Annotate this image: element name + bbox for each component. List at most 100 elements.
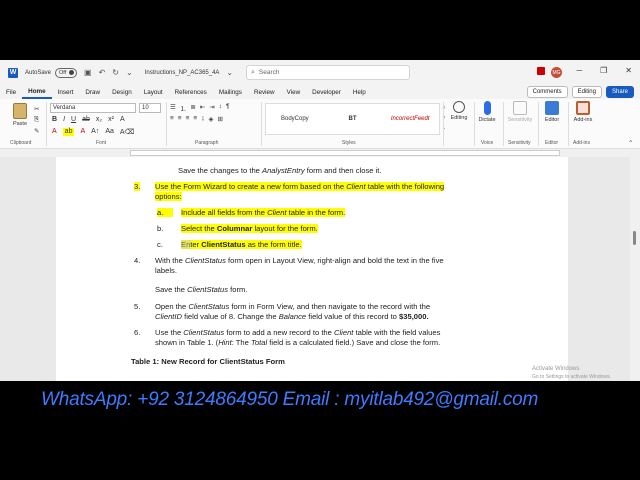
editor-button[interactable]: Editor [537,101,567,123]
customize-qat-icon[interactable]: ⌄ [126,68,133,77]
align-center-icon[interactable]: ≡ [178,115,182,123]
borders-icon[interactable]: ⊞ [217,115,222,123]
scrollbar-thumb[interactable] [633,231,636,245]
tab-help[interactable]: Help [347,85,372,99]
doc-text: form and then close it. [304,166,382,175]
addins-button[interactable]: Add-ins [568,101,598,123]
font-color-icon[interactable]: A [80,128,85,136]
cut-icon[interactable]: ✂ [34,105,39,113]
style-bodycopy[interactable]: BodyCopy [266,116,324,122]
tab-file[interactable]: File [0,85,22,99]
bold-icon[interactable]: B [52,116,57,123]
decrease-indent-icon[interactable]: ⇤ [200,103,205,113]
align-left-icon[interactable]: ≡ [170,115,174,123]
share-button[interactable]: Share [605,86,634,98]
doc-line: Enter ClientStatus as the form title. [181,240,302,249]
editor-label: Editor [544,117,560,123]
doc-text: as the form title. [245,240,302,249]
tab-mailings[interactable]: Mailings [213,85,248,99]
shading-icon[interactable]: ◈ [208,115,213,123]
document-title[interactable]: Instructions_NP_AC365_4A [145,70,220,76]
bullets-icon[interactable]: ☰ [170,103,176,113]
vertical-scrollbar[interactable] [630,157,640,381]
sort-icon[interactable]: ↕ [219,103,222,113]
close-icon[interactable]: ✕ [625,66,632,75]
paste-button[interactable]: Paste [9,103,31,127]
tab-review[interactable]: Review [248,85,281,99]
comments-button[interactable]: Comments [526,86,568,98]
doc-line: ClientID field value of 8. Change the Ba… [155,312,429,321]
editing-button[interactable]: Editing [444,101,474,121]
text-effects-color-icon[interactable]: A [52,128,57,136]
align-right-icon[interactable]: ≡ [186,115,190,123]
tab-view[interactable]: View [281,85,307,99]
doc-text: Client [267,208,287,217]
doc-text: Columnar [216,224,253,233]
collapse-ribbon-icon[interactable]: ⌃ [628,139,633,147]
tab-developer[interactable]: Developer [306,85,347,99]
save-icon[interactable]: ▣ [84,68,92,77]
doc-text: AnalystEntry [262,166,305,175]
horizontal-ruler [0,149,640,157]
doc-text: Select the [181,224,217,233]
warning-icon[interactable] [537,67,545,75]
style-bt[interactable]: BT [324,116,382,122]
superscript-icon[interactable]: x² [108,116,114,123]
ruler-scale [130,150,560,156]
search-icon: ⌕ [251,68,255,76]
sensitivity-button[interactable]: Sensitivity [505,101,535,123]
doc-text: : The [231,338,251,347]
line-spacing-icon[interactable]: ↨ [201,115,204,123]
tab-design[interactable]: Design [106,85,138,99]
tab-references[interactable]: References [169,85,213,99]
tab-draw[interactable]: Draw [79,85,106,99]
multilevel-list-icon[interactable]: ≣ [190,103,195,113]
change-case-icon[interactable]: Aa [105,128,114,136]
tab-home[interactable]: Home [22,85,52,99]
numbering-icon[interactable]: ⒈ [180,103,187,113]
divider [503,102,504,146]
grow-font-icon[interactable]: A↑ [91,128,99,136]
minimize-icon[interactable]: ─ [576,66,582,75]
doc-text: ClientStatus [183,328,225,337]
group-label-font: Font [96,140,107,146]
doc-line: Save the changes to the AnalystEntry for… [178,166,381,175]
restore-icon[interactable]: ❐ [600,66,607,75]
clear-formatting-icon[interactable]: A⌫ [120,128,135,136]
highlight-color-icon[interactable]: ab [62,128,75,136]
autosave-toggle[interactable]: Off [55,67,78,78]
toggle-knob-icon [69,70,75,75]
show-marks-icon[interactable]: ¶ [226,103,230,113]
more-styles-icon[interactable]: ⌄ [441,123,447,133]
group-label-styles: Styles [342,140,356,146]
format-painter-icon[interactable]: ✎ [34,127,39,135]
doc-text: form open in Layout View, right-align an… [225,256,444,265]
doc-text: layout for the form. [252,224,318,233]
avatar[interactable]: MG [551,67,562,78]
style-incorrectfeedback[interactable]: IncorrectFeedt [381,116,439,122]
doc-line: Use the ClientStatus form to add a new r… [155,328,440,337]
tab-layout[interactable]: Layout [138,85,169,99]
increase-indent-icon[interactable]: ⇥ [209,103,214,113]
undo-icon[interactable]: ↶ [99,68,106,77]
italic-icon[interactable]: I [63,116,65,123]
justify-icon[interactable]: ≡ [193,115,197,123]
font-name-select[interactable]: Verdana [50,103,136,113]
dictate-button[interactable]: Dictate [472,101,502,123]
font-size-select[interactable]: 10 [139,103,161,113]
underline-icon[interactable]: U [71,116,76,123]
copy-icon[interactable]: ⎘ [34,116,39,124]
doc-text: Client [333,328,354,337]
group-label-voice: Voice [481,140,494,146]
text-effects-icon[interactable]: A [120,116,125,123]
subscript-icon[interactable]: x₂ [96,116,102,123]
strikethrough-icon[interactable]: ab [82,116,90,123]
redo-icon[interactable]: ↻ [112,68,119,77]
editing-mode-button[interactable]: Editing [571,86,602,98]
chevron-down-icon[interactable]: ⌄ [226,68,233,77]
document-page[interactable]: Save the changes to the AnalystEntry for… [56,157,568,381]
search-input[interactable]: ⌕ Search [246,65,410,80]
doc-text: Use the [155,328,184,337]
doc-text: form in Form View, and then navigate to … [229,302,431,311]
tab-insert[interactable]: Insert [52,85,80,99]
